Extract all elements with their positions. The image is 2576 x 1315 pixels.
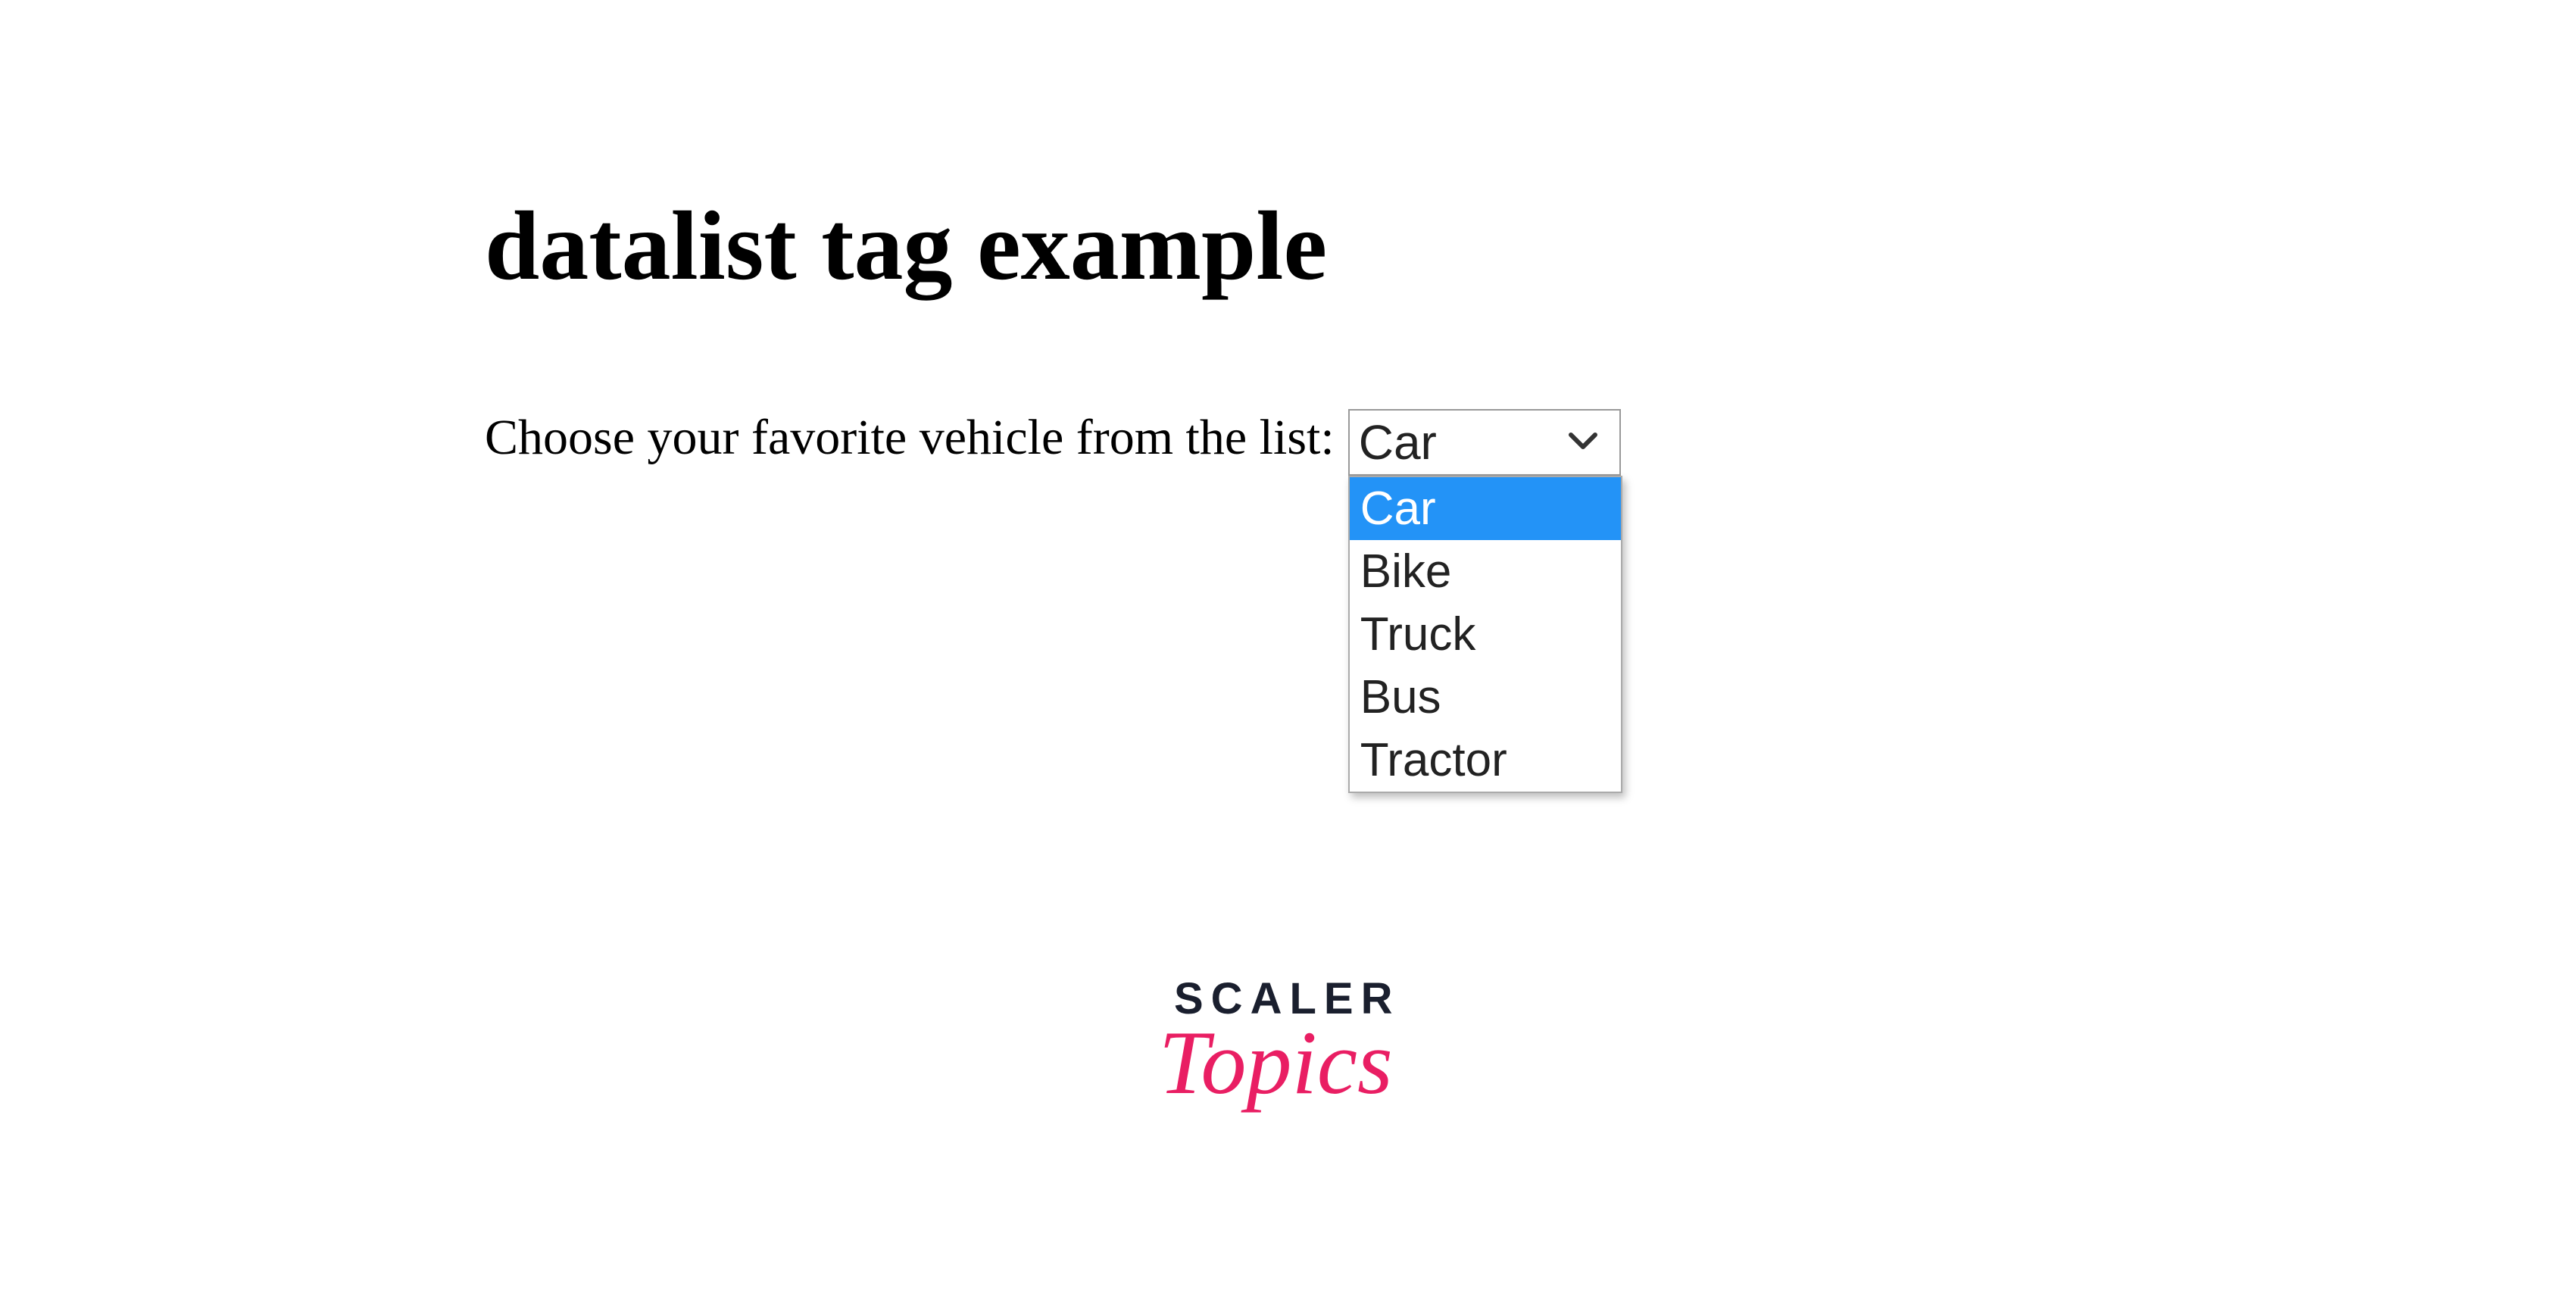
option-tractor[interactable]: Tractor [1350, 729, 1621, 792]
option-truck[interactable]: Truck [1350, 603, 1621, 666]
option-bike[interactable]: Bike [1350, 540, 1621, 603]
page-heading: datalist tag example [485, 189, 1621, 303]
option-bus[interactable]: Bus [1350, 666, 1621, 729]
datalist-dropdown: Car Bike Truck Bus Tractor [1348, 476, 1622, 793]
scaler-topics-logo: SCALER Topics [1174, 973, 1400, 1115]
option-car[interactable]: Car [1350, 477, 1621, 540]
brand-bottom-text: Topics [1151, 1010, 1400, 1115]
input-label: Choose your favorite vehicle from the li… [485, 409, 1335, 467]
datalist-combobox[interactable]: Car Bike Truck Bus Tractor [1348, 409, 1621, 476]
vehicle-input[interactable] [1348, 409, 1621, 476]
